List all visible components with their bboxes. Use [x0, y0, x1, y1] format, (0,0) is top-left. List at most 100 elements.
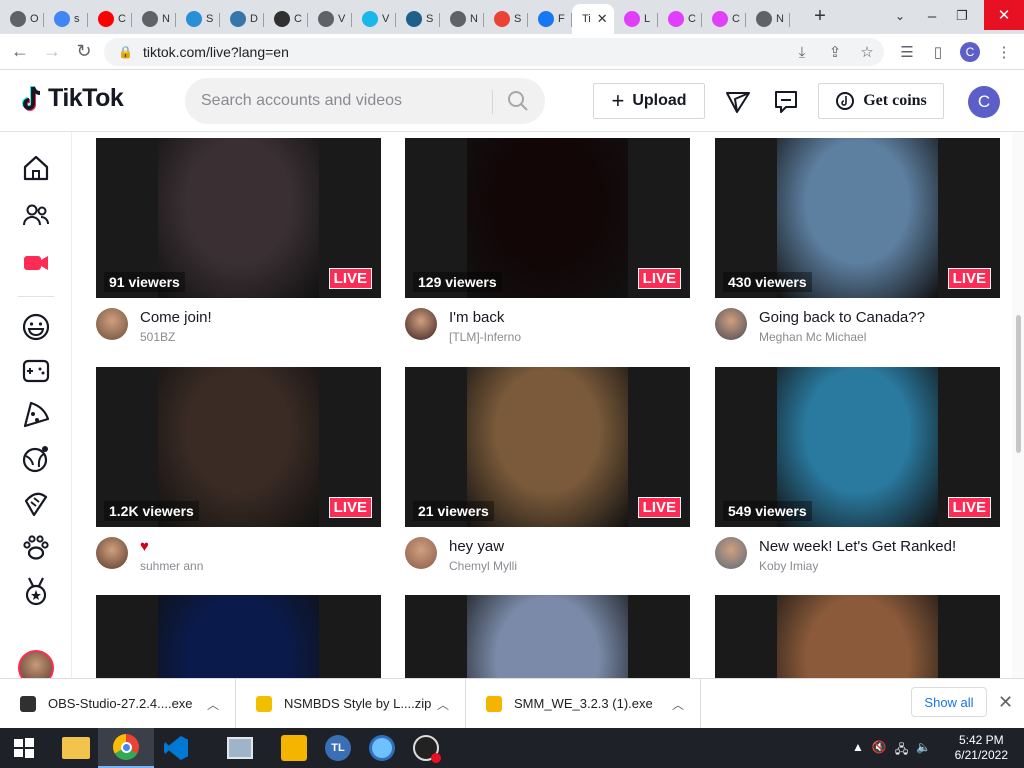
live-thumbnail[interactable]: 549 viewers LIVE	[715, 367, 1000, 527]
live-card[interactable]	[96, 595, 381, 678]
show-all-button[interactable]: Show all	[911, 687, 987, 717]
browser-tab[interactable]: C	[264, 4, 308, 34]
sports-icon[interactable]	[20, 575, 52, 607]
host-avatar[interactable]	[96, 308, 128, 340]
restore-icon[interactable]: ❐	[950, 4, 974, 28]
address-bar[interactable]: 🔒 tiktok.com/live?lang=en	[104, 38, 884, 66]
browser-tab[interactable]: V	[352, 4, 396, 34]
system-tray[interactable]: ▲ 🔇 🖧 🔈	[852, 740, 931, 761]
page-scrollbar[interactable]	[1012, 132, 1024, 678]
browser-tab[interactable]: N	[440, 4, 484, 34]
home-icon[interactable]	[20, 152, 52, 184]
browser-tab[interactable]: C	[88, 4, 132, 34]
speaker-icon[interactable]: 🔈	[916, 740, 931, 761]
download-item[interactable]: SMM_WE_3.2.3 (1).exe ︿	[466, 678, 701, 729]
live-thumbnail[interactable]: 21 viewers LIVE	[405, 367, 690, 527]
live-thumbnail[interactable]: 91 viewers LIVE	[96, 138, 381, 298]
host-avatar[interactable]	[715, 308, 747, 340]
browser-tab[interactable]: D	[220, 4, 264, 34]
file-explorer-icon[interactable]	[54, 728, 98, 768]
browser-tab[interactable]: S	[396, 4, 440, 34]
host-username[interactable]: Meghan Mc Michael	[759, 330, 866, 344]
stream-title[interactable]: New week! Let's Get Ranked!	[759, 538, 956, 555]
host-username[interactable]: [TLM]-Inferno	[449, 330, 521, 344]
app-icon[interactable]	[218, 728, 262, 768]
chrome-taskbar-icon[interactable]	[98, 728, 154, 768]
host-username[interactable]: Chemyl Mylli	[449, 559, 517, 573]
live-thumbnail[interactable]	[96, 595, 381, 678]
browser-tab[interactable]: O	[0, 4, 44, 34]
stream-title[interactable]: Come join!	[140, 309, 212, 326]
tiktok-logo[interactable]: TikTok	[20, 84, 124, 113]
side-panel-icon[interactable]: ▯	[928, 42, 948, 62]
live-card[interactable]	[405, 595, 690, 678]
search-input[interactable]: Search accounts and videos	[185, 78, 545, 124]
obs-taskbar-icon[interactable]	[404, 728, 448, 768]
host-username[interactable]: Koby Imiay	[759, 559, 818, 573]
minimize-icon[interactable]: –	[920, 4, 944, 28]
following-icon[interactable]	[20, 199, 52, 231]
download-item[interactable]: NSMBDS Style by L....zip ︿	[236, 678, 466, 729]
back-icon[interactable]: ←	[4, 36, 36, 68]
live-thumbnail[interactable]	[405, 595, 690, 678]
tray-chevron-icon[interactable]: ▲	[852, 740, 864, 761]
share-icon[interactable]: ⇪	[825, 42, 845, 62]
live-card[interactable]: 430 viewers LIVE Going back to Canada?? Meg…	[715, 138, 1000, 346]
host-avatar[interactable]	[96, 537, 128, 569]
game-icon[interactable]	[272, 728, 316, 768]
live-card[interactable]: 21 viewers LIVE hey yaw Chemyl Mylli	[405, 367, 690, 575]
live-thumbnail[interactable]	[715, 595, 1000, 678]
scrollbar-thumb[interactable]	[1016, 315, 1021, 453]
active-tab[interactable]: Ti ✕	[572, 4, 614, 34]
close-tab-icon[interactable]: ✕	[597, 11, 608, 27]
browser-tab[interactable]: L	[614, 4, 658, 34]
live-card[interactable]: 91 viewers LIVE Come join! 501BZ	[96, 138, 381, 346]
browser-tab[interactable]: V	[308, 4, 352, 34]
browser-tab[interactable]: C	[658, 4, 702, 34]
host-avatar[interactable]	[405, 308, 437, 340]
host-username[interactable]: 501BZ	[140, 330, 175, 344]
stream-title[interactable]: Going back to Canada??	[759, 309, 925, 326]
live-thumbnail[interactable]: 129 viewers LIVE	[405, 138, 690, 298]
brightness-icon[interactable]	[360, 728, 404, 768]
reading-list-icon[interactable]: ☰	[897, 42, 917, 62]
reload-icon[interactable]: ↻	[68, 36, 100, 68]
animals-icon[interactable]	[20, 531, 52, 563]
browser-tab[interactable]: S	[176, 4, 220, 34]
bookmark-star-icon[interactable]: ☆	[857, 42, 877, 62]
comedy-icon[interactable]	[20, 311, 52, 343]
upload-button[interactable]: + Upload	[593, 83, 705, 119]
host-avatar[interactable]	[405, 537, 437, 569]
live-card[interactable]: 549 viewers LIVE New week! Let's Get Ranke…	[715, 367, 1000, 575]
system-clock[interactable]: 5:42 PM 6/21/2022	[955, 733, 1008, 763]
close-window-icon[interactable]: ✕	[984, 0, 1024, 30]
browser-tab[interactable]: S	[484, 4, 528, 34]
live-thumbnail[interactable]: 430 viewers LIVE	[715, 138, 1000, 298]
stream-title[interactable]: I'm back	[449, 309, 504, 326]
live-thumbnail[interactable]: 1.2K viewers LIVE	[96, 367, 381, 527]
gaming-icon[interactable]	[20, 355, 52, 387]
browser-menu-icon[interactable]: ⋮	[994, 42, 1014, 62]
stream-title[interactable]: ♥	[140, 538, 149, 555]
profile-avatar[interactable]: C	[960, 42, 980, 62]
host-username[interactable]: suhmer ann	[140, 559, 203, 573]
beauty-icon[interactable]	[20, 487, 52, 519]
download-item[interactable]: OBS-Studio-27.2.4....exe ︿	[0, 678, 236, 729]
browser-tab[interactable]: s	[44, 4, 88, 34]
network-icon[interactable]: 🖧	[895, 740, 908, 761]
vscode-icon[interactable]	[154, 728, 198, 768]
live-card[interactable]: 129 viewers LIVE I'm back [TLM]-Inferno	[405, 138, 690, 346]
stream-title[interactable]: hey yaw	[449, 538, 504, 555]
travel-icon[interactable]	[20, 443, 52, 475]
messages-icon[interactable]	[725, 89, 751, 115]
food-icon[interactable]	[20, 399, 52, 431]
install-icon[interactable]: ⤓	[792, 42, 812, 62]
browser-tab[interactable]: N	[746, 4, 790, 34]
browser-tab[interactable]: C	[702, 4, 746, 34]
live-card[interactable]	[715, 595, 1000, 678]
forward-icon[interactable]: →	[36, 36, 68, 68]
volume-muted-icon[interactable]: 🔇	[872, 740, 887, 761]
live-card[interactable]: 1.2K viewers LIVE ♥ suhmer ann	[96, 367, 381, 575]
browser-tab[interactable]: N	[132, 4, 176, 34]
host-avatar[interactable]	[715, 537, 747, 569]
